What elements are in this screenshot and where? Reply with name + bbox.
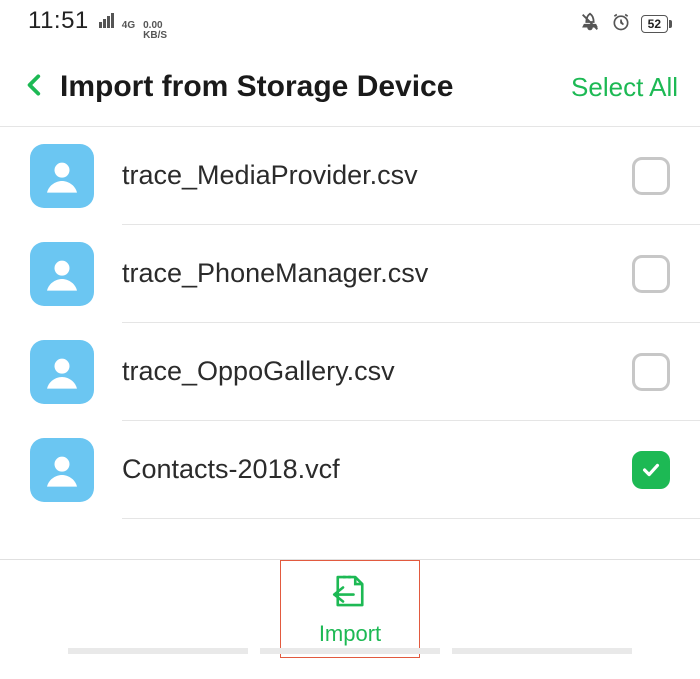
contact-file-icon — [30, 144, 94, 208]
status-bar: 11:51 4G 0.00 KB/S 52 — [0, 0, 700, 48]
file-row[interactable]: trace_PhoneManager.csv — [30, 225, 700, 322]
file-name: Contacts-2018.vcf — [122, 454, 632, 485]
checkbox[interactable] — [632, 353, 670, 391]
file-list: trace_MediaProvider.csv trace_PhoneManag… — [0, 127, 700, 519]
battery-icon: 52 — [641, 15, 672, 33]
contact-file-icon — [30, 242, 94, 306]
alarm-icon — [611, 12, 631, 37]
file-row[interactable]: trace_MediaProvider.csv — [30, 127, 700, 224]
back-button[interactable] — [22, 68, 48, 107]
checkmark-icon — [640, 459, 662, 481]
import-button[interactable]: Import — [280, 560, 420, 658]
clock: 11:51 — [28, 7, 89, 35]
import-label: Import — [319, 621, 381, 647]
file-name: trace_PhoneManager.csv — [122, 258, 632, 289]
select-all-button[interactable]: Select All — [571, 72, 678, 103]
net-gen: 4G — [122, 21, 135, 31]
signal-icon — [99, 13, 114, 28]
page-title: Import from Storage Device — [60, 70, 453, 104]
file-name: trace_MediaProvider.csv — [122, 160, 632, 191]
mute-icon — [579, 11, 601, 38]
file-row[interactable]: Contacts-2018.vcf — [30, 421, 700, 518]
contact-file-icon — [30, 438, 94, 502]
import-icon — [329, 572, 371, 615]
checkbox[interactable] — [632, 157, 670, 195]
nav-indicator — [0, 648, 700, 658]
net-speed-unit: KB/S — [143, 31, 167, 41]
battery-level: 52 — [641, 15, 668, 33]
file-name: trace_OppoGallery.csv — [122, 356, 632, 387]
checkbox[interactable] — [632, 451, 670, 489]
checkbox[interactable] — [632, 255, 670, 293]
app-header: Import from Storage Device Select All — [0, 48, 700, 126]
status-right: 52 — [579, 11, 672, 38]
contact-file-icon — [30, 340, 94, 404]
file-row[interactable]: trace_OppoGallery.csv — [30, 323, 700, 420]
footer-bar: Import — [0, 560, 700, 658]
status-left: 11:51 4G 0.00 KB/S — [28, 7, 167, 41]
